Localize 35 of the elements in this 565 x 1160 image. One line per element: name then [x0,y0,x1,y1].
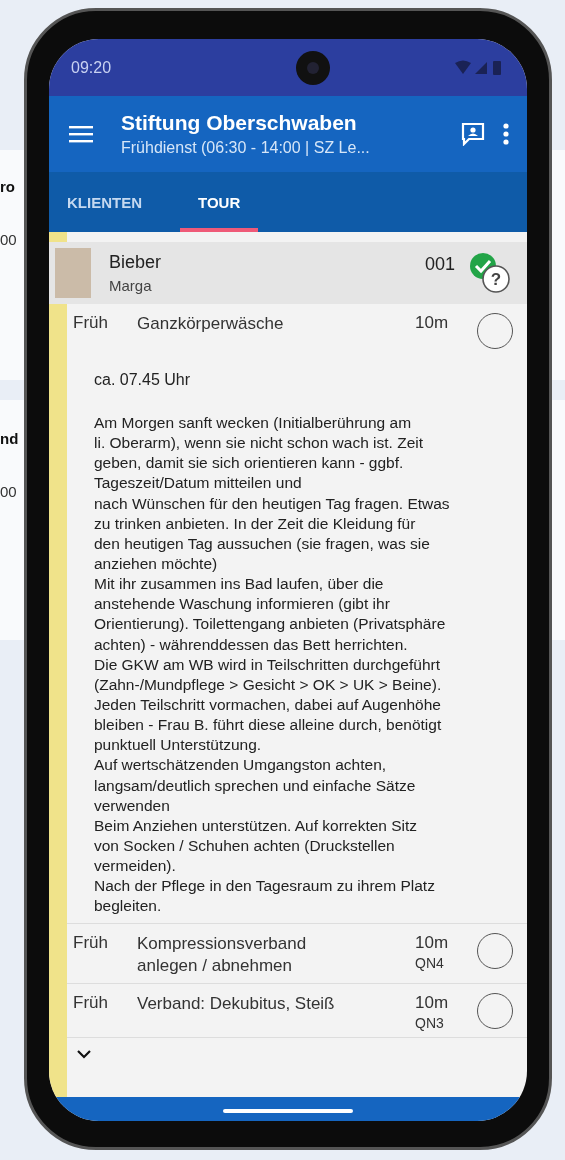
task-duration: 10m [415,932,450,953]
status-time: 09:20 [71,58,113,77]
task-qualification: QN4 [415,954,445,971]
client-first-name: Marga [109,277,153,294]
chevron-down-icon[interactable] [77,1049,91,1059]
home-handle[interactable] [223,1109,353,1113]
task-duration: 10m [415,313,450,333]
task-qualification: QN3 [415,1014,445,1031]
message-person-icon[interactable] [461,122,485,146]
task-name: Verband: Dekubitus, Steiß [137,992,336,1015]
task-shift: Früh [73,992,109,1013]
client-row[interactable]: Bieber Marga 001 ? [49,242,527,304]
task-time-note: ca. 07.45 Uhr [94,371,192,389]
app-title: Stiftung Oberschwaben [121,111,358,135]
more-icon[interactable] [503,123,509,145]
client-last-name: Bieber [109,252,163,273]
task-row[interactable]: Früh Kompressionsverband anlegen / abnehmen 10m QN4 [67,923,527,984]
task-description: Am Morgen sanft wecken (Initialberührung am li. Oberarm), wenn sie nicht schon wach ist. Zeit geben, damit sie sich orientieren kann - ggbf. Tageszeit/Datum mitteilen und nach Wünschen für den heutigen Tag fragen. Etwas zu trinken anbieten. In der Zeit die Kleidung für den heutigen Tag aussuchen (sie fragen, was sie anziehen möchte) Mit ihr zusammen ins Bad laufen, über die anstehende Waschung informieren (gibt ihr Orientierung). Toilettengang anbieten (Privatsphäre achten) - währenddessen das Bett herrichten. Die GKW am WB wird in Teilschritten durchgeführt (Zahn-/Mundpflege > Gesicht > OK > UK > Beine). Jeden Teilschritt vormachen, dabei auf Augenhöhe bleiben - Frau B. führt diese alleine durch, benötigt punktuell Unterstützung. Auf wertschätzenden Umgangston achten, langsam/deutlich sprechen und einfache Sätze verwenden Beim Anziehen unterstützen. Auf korrekten Sitz von Socken / Schuhen achten (Druckstellen vermeiden). Nach der Pflege in den Tagesraum zu ihrem Platz begleiten. [94,413,451,917]
tab[interactable]: TOUR [180,172,259,232]
task-duration: 10m [415,992,450,1013]
tab[interactable]: KLIENTEN [55,172,154,232]
background-text: ro [0,178,16,195]
photo-placeholder [55,248,91,298]
client-number: 001 [424,254,455,275]
task-name: Kompressionsverband anlegen / abnehmen [137,932,308,977]
background-text: 00 [0,231,18,248]
menu-icon[interactable] [69,125,93,143]
task-shift: Früh [73,932,109,953]
background-text: 00 [0,483,18,500]
task-row[interactable]: Früh Verband: Dekubitus, Steiß 10m QN3 [67,983,527,1038]
background-text: nd [0,430,20,447]
task-shift: Früh [73,313,109,333]
task-name: Ganzkörperwäsche [137,313,285,335]
camera-icon [296,50,330,85]
app-subtitle: Frühdienst (06:30 - 14:00 | SZ Le... [121,139,371,157]
